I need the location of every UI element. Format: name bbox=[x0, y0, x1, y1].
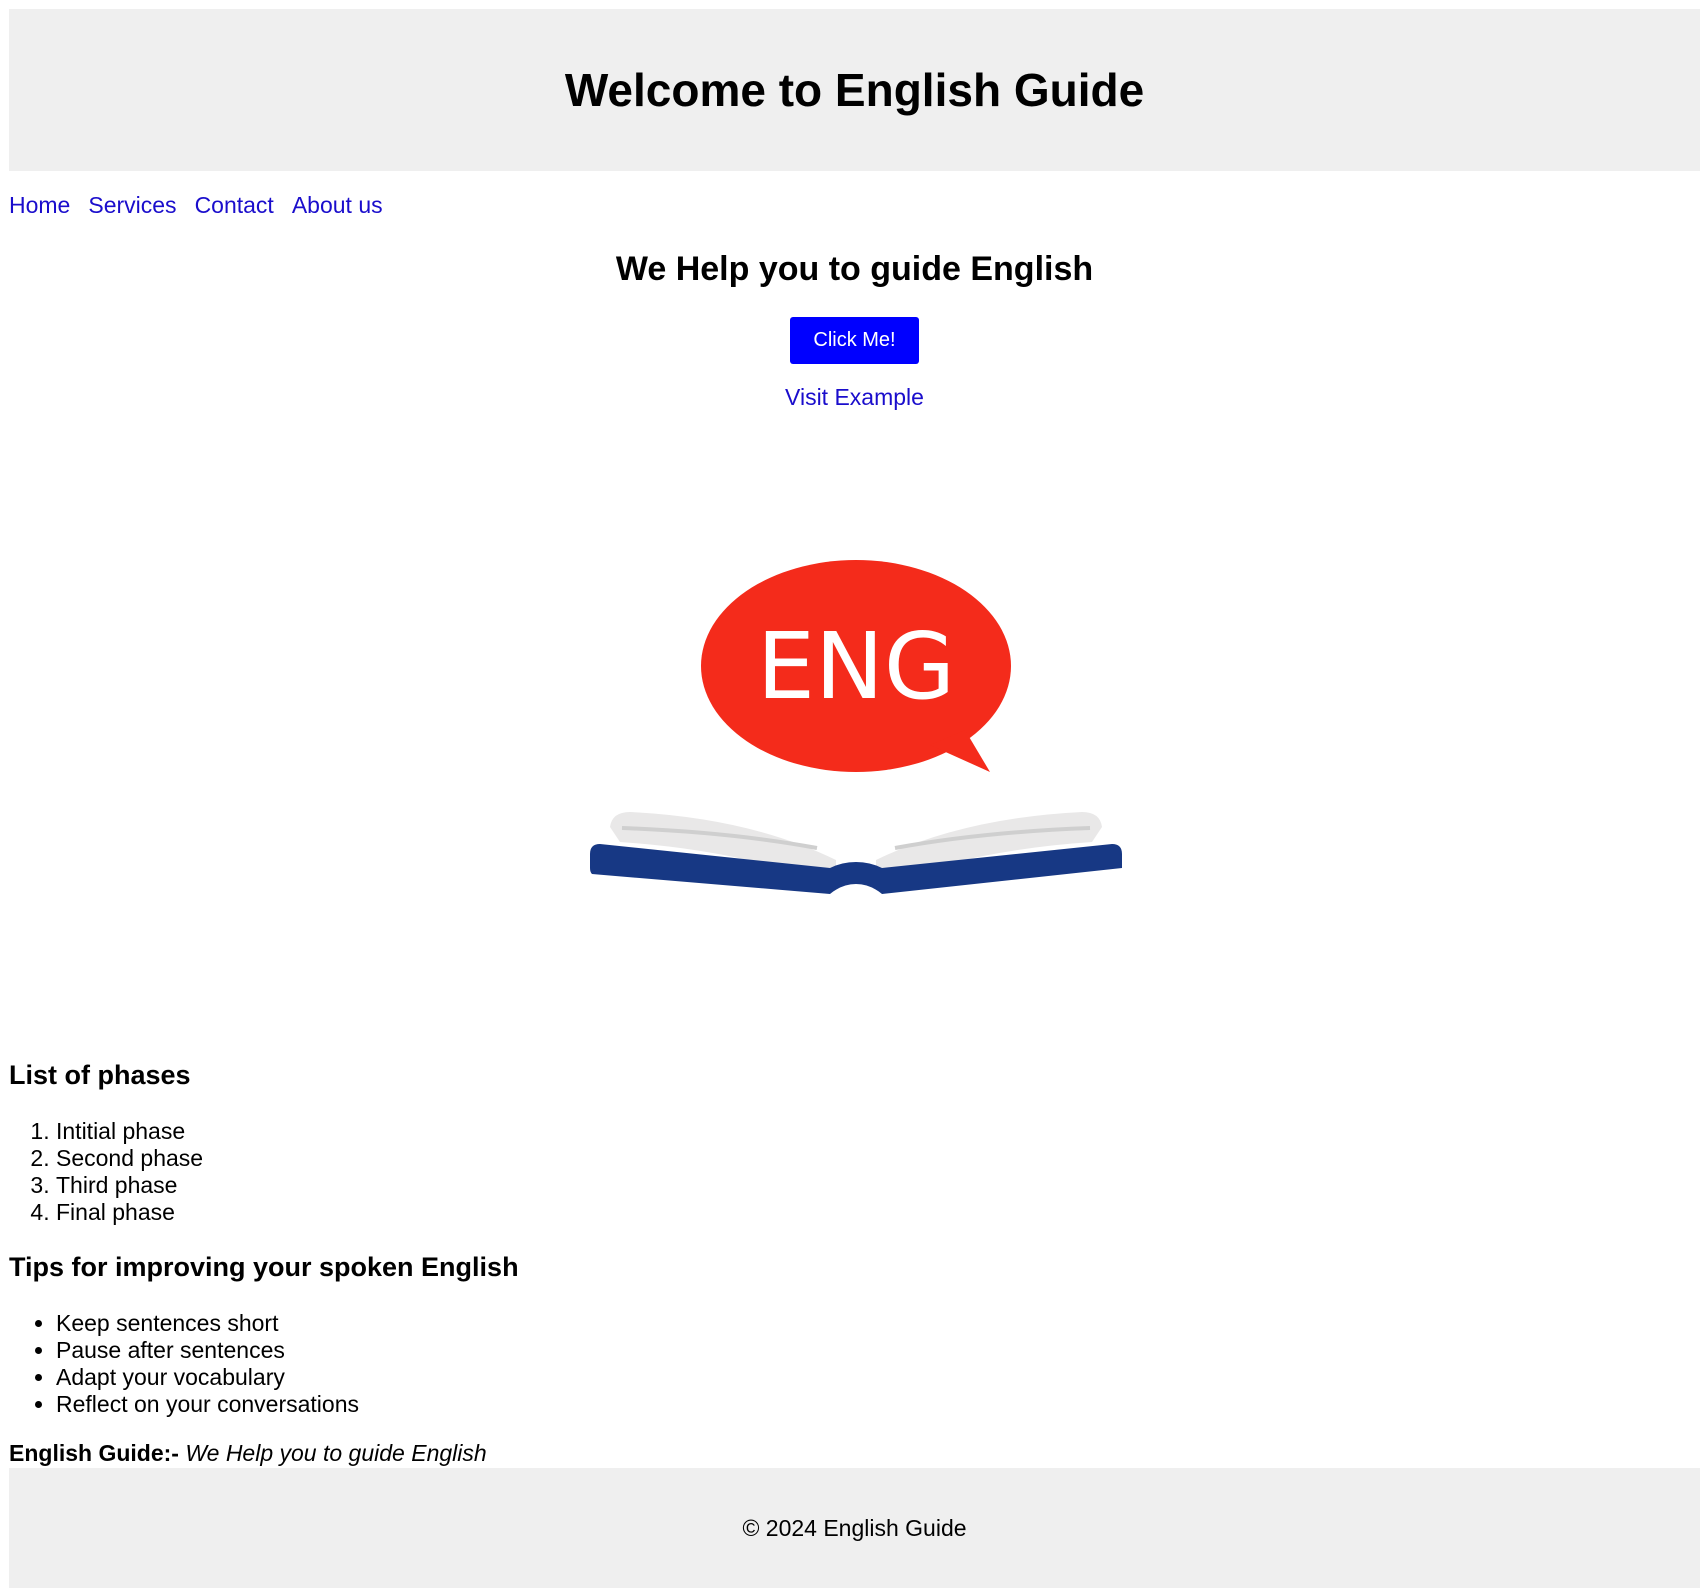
site-header: Welcome to English Guide bbox=[9, 9, 1700, 171]
click-me-button[interactable]: Click Me! bbox=[790, 317, 919, 364]
tip-list: Keep sentences short Pause after sentenc… bbox=[0, 1310, 359, 1418]
nav-link-services[interactable]: Services bbox=[88, 192, 176, 222]
list-item: Reflect on your conversations bbox=[56, 1391, 359, 1418]
nav-link-contact[interactable]: Contact bbox=[195, 192, 274, 222]
list-item: Third phase bbox=[56, 1172, 203, 1199]
list-item: Second phase bbox=[56, 1145, 203, 1172]
eng-bubble-text: ENG bbox=[757, 613, 955, 720]
copyright-text: © 2024 English Guide bbox=[742, 1514, 967, 1541]
phases-heading: List of phases bbox=[9, 1060, 191, 1090]
main-nav: Home Services Contact About us bbox=[9, 192, 383, 222]
phase-list: Intitial phase Second phase Third phase … bbox=[0, 1118, 203, 1226]
list-item: Keep sentences short bbox=[56, 1310, 359, 1337]
tagline: English Guide:- We Help you to guide Eng… bbox=[9, 1440, 487, 1467]
hero-section: We Help you to guide English Click Me! V… bbox=[9, 245, 1700, 411]
hero-heading: We Help you to guide English bbox=[615, 250, 1094, 288]
visit-example-link[interactable]: Visit Example bbox=[9, 384, 1700, 411]
book-cover bbox=[590, 844, 1122, 894]
tagline-text: We Help you to guide English bbox=[185, 1440, 487, 1466]
tagline-brand: English Guide:- bbox=[9, 1440, 179, 1466]
page: Welcome to English Guide Home Services C… bbox=[0, 0, 1700, 1595]
list-item: Adapt your vocabulary bbox=[56, 1364, 359, 1391]
page-title: Welcome to English Guide bbox=[564, 64, 1145, 116]
list-item: Intitial phase bbox=[56, 1118, 203, 1145]
speech-bubble: ENG bbox=[701, 560, 1011, 772]
site-footer: © 2024 English Guide bbox=[9, 1468, 1700, 1588]
list-item: Pause after sentences bbox=[56, 1337, 359, 1364]
open-book-icon bbox=[590, 812, 1122, 894]
english-book-illustration: ENG bbox=[590, 560, 1122, 894]
nav-link-home[interactable]: Home bbox=[9, 192, 70, 222]
list-item: Final phase bbox=[56, 1199, 203, 1226]
nav-link-about-us[interactable]: About us bbox=[292, 192, 383, 222]
tips-heading: Tips for improving your spoken English bbox=[9, 1252, 519, 1282]
